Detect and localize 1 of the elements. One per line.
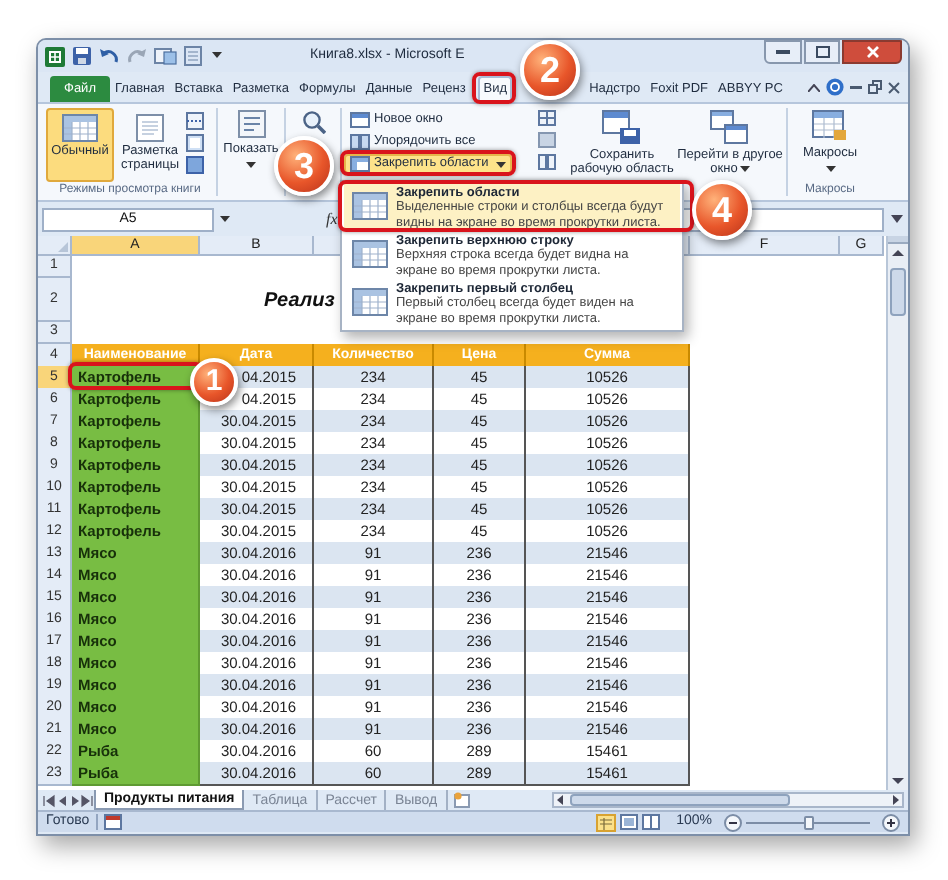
sheet-title: Реализ bbox=[264, 287, 335, 315]
